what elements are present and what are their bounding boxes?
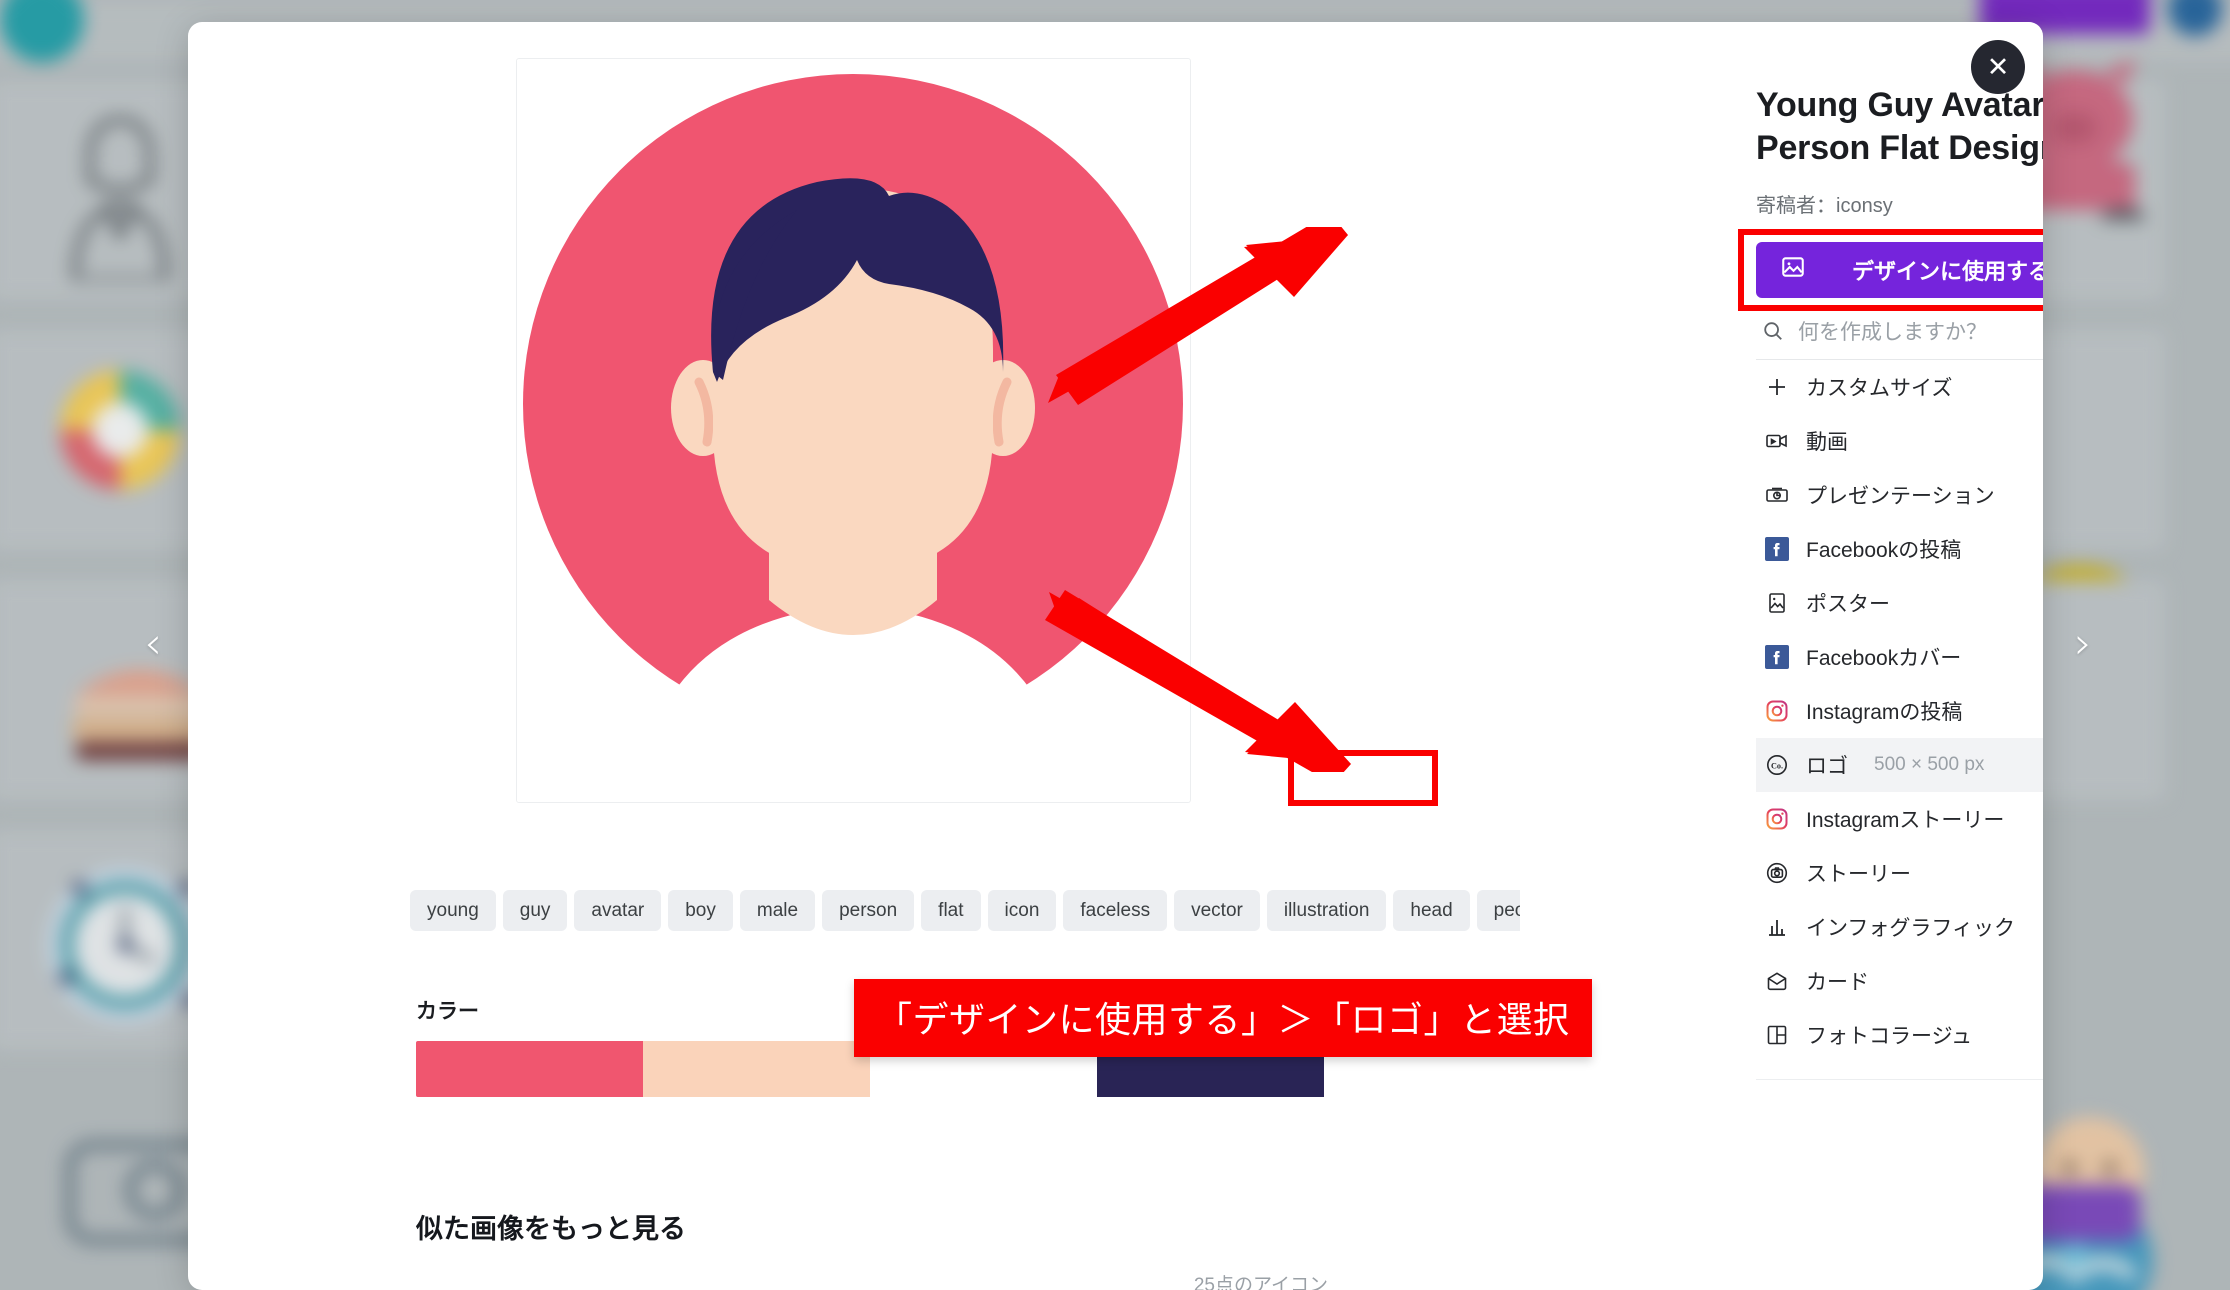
tag-list: young guy avatar boy male person flat icon facel… bbox=[410, 890, 1520, 931]
more-like-this-heading: 似た画像をもっと見る bbox=[416, 1214, 686, 1244]
search-icon bbox=[1762, 320, 1784, 347]
card-icon bbox=[1764, 968, 1790, 994]
tag-chip[interactable]: person bbox=[822, 890, 915, 931]
tag-chip[interactable]: boy bbox=[668, 890, 733, 931]
use-in-design-label: デザインに使用する bbox=[1852, 258, 2043, 284]
design-type-item[interactable]: インフォグラフィック bbox=[1756, 900, 2043, 954]
design-type-item[interactable]: ポスター bbox=[1756, 576, 2043, 630]
image-icon bbox=[1780, 254, 1806, 286]
tag-chip[interactable]: icon bbox=[987, 890, 1057, 931]
instagram-icon bbox=[1764, 806, 1790, 832]
preview-column: young guy avatar boy male person flat icon facel… bbox=[188, 22, 1520, 1290]
design-type-label: Instagramの投稿 bbox=[1806, 700, 1963, 724]
color-swatch[interactable] bbox=[643, 1041, 871, 1097]
tag-chip[interactable]: illustration bbox=[1266, 890, 1387, 931]
tag-chip[interactable]: male bbox=[739, 890, 816, 931]
design-type-item[interactable]: Facebookカバー bbox=[1756, 630, 2043, 684]
image-preview-frame[interactable] bbox=[515, 58, 1191, 803]
design-type-items: カスタムサイズ 動画プレゼンテーション Facebookの投稿 ポスター Faceboo… bbox=[1756, 360, 2043, 1062]
icon-count-label: 25点のアイコン bbox=[1193, 1275, 1328, 1290]
infographic-icon bbox=[1764, 914, 1790, 940]
design-type-item[interactable]: Co. ロゴ 500 × 500 px bbox=[1756, 737, 2043, 792]
tag-chip[interactable]: faceless bbox=[1063, 890, 1168, 931]
design-type-item[interactable]: カスタムサイズ bbox=[1756, 360, 2043, 414]
use-in-design-button[interactable]: デザインに使用する bbox=[1756, 241, 2043, 298]
page-title: Young Guy Avatar - Person Flat Design Ic… bbox=[1756, 86, 2043, 167]
tag-chip[interactable]: avatar bbox=[574, 890, 662, 931]
photo-collage-icon bbox=[1764, 1022, 1790, 1048]
colors-heading: カラー bbox=[416, 1000, 479, 1023]
design-type-item[interactable]: プレゼンテーション bbox=[1756, 468, 2043, 522]
design-type-label: 動画 bbox=[1806, 430, 1848, 454]
tag-chip[interactable]: head bbox=[1393, 890, 1470, 931]
design-type-label: カスタムサイズ bbox=[1806, 376, 1953, 400]
details-column: Young Guy Avatar - Person Flat Design Ic… bbox=[1728, 22, 2043, 1290]
video-icon bbox=[1764, 428, 1790, 454]
instagram-icon bbox=[1764, 698, 1790, 724]
create-search-row[interactable] bbox=[1756, 308, 2043, 360]
plus-icon bbox=[1764, 374, 1790, 400]
close-icon[interactable]: ✕ bbox=[1971, 40, 2025, 94]
design-type-item[interactable]: Instagramストーリー bbox=[1756, 792, 2043, 846]
design-type-label: ポスター bbox=[1806, 592, 1890, 616]
story-camera-icon bbox=[1764, 860, 1790, 886]
design-type-label: Instagramストーリー bbox=[1806, 808, 2005, 832]
tag-chip[interactable]: vector bbox=[1174, 890, 1260, 931]
color-swatch[interactable] bbox=[416, 1041, 644, 1097]
design-type-item[interactable]: Instagramの投稿 bbox=[1756, 684, 2043, 738]
avatar-illustration bbox=[517, 59, 1189, 802]
design-type-list[interactable]: カスタムサイズ 動画プレゼンテーション Facebookの投稿 ポスター Faceboo… bbox=[1756, 360, 2043, 1080]
design-type-label: フォトコラージュ bbox=[1806, 1024, 1973, 1048]
svg-text:Co.: Co. bbox=[1771, 761, 1783, 770]
use-in-design-wrapper: デザインに使用する bbox=[1738, 228, 2043, 311]
design-type-item[interactable]: フォトコラージュ bbox=[1756, 1008, 2043, 1062]
design-type-label: ロゴ bbox=[1806, 754, 1848, 778]
design-type-label: Facebookカバー bbox=[1806, 646, 1962, 670]
tag-chip[interactable]: flat bbox=[921, 890, 981, 931]
design-type-item[interactable]: 動画 bbox=[1756, 414, 2043, 468]
logo-co-icon: Co. bbox=[1764, 752, 1790, 778]
image-detail-modal: ✕ young guy avatar boy male person flat … bbox=[188, 22, 2043, 1290]
design-type-dimensions: 500 × 500 px bbox=[1874, 753, 1985, 775]
facebook-icon bbox=[1764, 536, 1790, 562]
callout-banner: 「デザインに使用する」＞「ロゴ」と選択 bbox=[854, 979, 1592, 1057]
tag-chip[interactable]: guy bbox=[502, 890, 568, 931]
next-image-arrow-icon[interactable]: › bbox=[2060, 622, 2106, 668]
design-type-item[interactable]: カード bbox=[1756, 954, 2043, 1008]
design-type-label: Facebookの投稿 bbox=[1806, 538, 1962, 562]
presentation-icon bbox=[1764, 482, 1790, 508]
design-type-label: インフォグラフィック bbox=[1806, 916, 2015, 940]
design-type-label: ストーリー bbox=[1806, 862, 1911, 886]
create-search-input[interactable] bbox=[1798, 321, 2043, 346]
design-type-item[interactable]: Facebookの投稿 bbox=[1756, 522, 2043, 576]
tag-chip[interactable]: people bbox=[1476, 890, 1520, 931]
facebook-icon bbox=[1764, 644, 1790, 670]
design-type-item[interactable]: ストーリー bbox=[1756, 846, 2043, 900]
poster-icon bbox=[1764, 590, 1790, 616]
prev-image-arrow-icon[interactable]: ‹ bbox=[130, 622, 176, 668]
design-type-label: プレゼンテーション bbox=[1806, 484, 1995, 508]
contributor-label: 寄稿者：iconsy bbox=[1756, 194, 1893, 217]
tag-chip[interactable]: young bbox=[410, 890, 496, 931]
design-type-label: カード bbox=[1806, 970, 1869, 994]
